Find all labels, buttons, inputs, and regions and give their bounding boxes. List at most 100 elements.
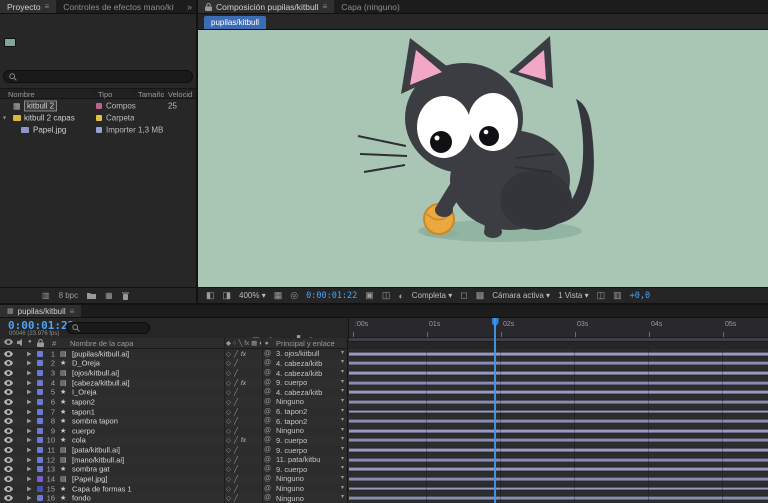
- layer-row[interactable]: ▶ 1 ▤ [pupilas/kitbull.ai] ◇╱fx @ 3. ojo…: [0, 349, 768, 359]
- expand-arrow-icon[interactable]: ▶: [27, 447, 32, 454]
- layer-duration-bar[interactable]: [349, 487, 768, 490]
- layer-row[interactable]: ▶ 4 ▤ [cabeza/kitbull.ai] ◇╱fx @ 9. cuer…: [0, 378, 768, 388]
- viewer-current-time[interactable]: 0:00:01:22: [306, 291, 357, 301]
- layer-name[interactable]: [cabeza/kitbull.ai]: [72, 378, 130, 387]
- layer-switches[interactable]: ◇╱: [226, 446, 262, 454]
- visibility-toggle[interactable]: [4, 476, 13, 482]
- interpret-footage-icon[interactable]: ▥: [42, 291, 50, 300]
- pickwhip-icon[interactable]: @: [264, 379, 271, 386]
- folder-twirl-icon[interactable]: ▾: [3, 115, 6, 122]
- layer-duration-bar[interactable]: [349, 449, 768, 452]
- expand-arrow-icon[interactable]: ▶: [27, 418, 32, 425]
- parent-dropdown[interactable]: 11. pata/kitbu▾: [276, 455, 344, 465]
- layer-label-color[interactable]: [37, 476, 43, 482]
- parent-dropdown[interactable]: 9. cuerpo▾: [276, 465, 344, 475]
- visibility-toggle[interactable]: [4, 437, 13, 443]
- layer-row[interactable]: ▶ 7 ★ tapon1 ◇╱ @ 6. tapon2▾: [0, 407, 768, 417]
- layer-label-color[interactable]: [37, 495, 43, 501]
- item-name[interactable]: Papel.jpg: [33, 126, 66, 135]
- visibility-toggle[interactable]: [4, 351, 13, 357]
- pickwhip-icon[interactable]: @: [264, 370, 271, 377]
- layer-label-color[interactable]: [37, 457, 43, 463]
- expand-arrow-icon[interactable]: ▶: [27, 408, 32, 415]
- layer-name[interactable]: D_Oreja: [72, 359, 100, 368]
- layer-switches[interactable]: ◇╱: [226, 456, 262, 464]
- expand-arrow-icon[interactable]: ▶: [27, 475, 32, 482]
- parent-dropdown[interactable]: Ninguno▾: [276, 426, 344, 436]
- expand-arrow-icon[interactable]: ▶: [27, 350, 32, 357]
- timeline-tab[interactable]: ▦ pupilas/kitbull ≡: [0, 305, 81, 317]
- parent-dropdown[interactable]: Ninguno▾: [276, 474, 344, 484]
- layer-name[interactable]: I_Oreja: [72, 388, 97, 397]
- layer-column-header[interactable]: ● # Nombre de la capa ◆ ○ ╲ fx ▦ ◐ ● Pri…: [0, 338, 348, 349]
- layer-row[interactable]: ▶ 13 ★ sombra gat ◇╱ @ 9. cuerpo▾: [0, 465, 768, 475]
- layer-name[interactable]: sombra gat: [72, 465, 110, 474]
- resolution-dropdown[interactable]: Completa ▾: [412, 291, 452, 300]
- layer-row[interactable]: ▶ 6 ★ tapon2 ◇╱ @ Ninguno▾: [0, 397, 768, 407]
- visibility-toggle[interactable]: [4, 486, 13, 492]
- pickwhip-icon[interactable]: @: [264, 408, 271, 415]
- layer-name[interactable]: sombra tapon: [72, 417, 118, 426]
- layer-name[interactable]: cuerpo: [72, 426, 95, 435]
- viewer-lock-icon[interactable]: [205, 3, 212, 11]
- visibility-toggle[interactable]: [4, 389, 13, 395]
- layer-name[interactable]: Capa de formas 1: [72, 484, 132, 493]
- expand-arrow-icon[interactable]: ▶: [27, 437, 32, 444]
- parent-dropdown[interactable]: 9. cuerpo▾: [276, 436, 344, 446]
- expand-arrow-icon[interactable]: ▶: [27, 495, 32, 502]
- layer-name[interactable]: [pupilas/kitbull.ai]: [72, 349, 129, 358]
- pickwhip-icon[interactable]: @: [264, 360, 271, 367]
- layer-duration-bar[interactable]: [349, 381, 768, 384]
- layer-duration-bar[interactable]: [349, 372, 768, 375]
- layer-switches[interactable]: ◇╱fx: [226, 350, 262, 358]
- layer-duration-bar[interactable]: [349, 439, 768, 442]
- expand-arrow-icon[interactable]: ▶: [27, 379, 32, 386]
- layer-name[interactable]: cola: [72, 436, 86, 445]
- pickwhip-icon[interactable]: @: [264, 495, 271, 502]
- label-color-chip[interactable]: [96, 115, 102, 121]
- layer-switches[interactable]: ◇╱: [226, 388, 262, 396]
- layer-name[interactable]: fondo: [72, 494, 91, 503]
- layer-label-color[interactable]: [37, 437, 43, 443]
- visibility-toggle[interactable]: [4, 380, 13, 386]
- layer-label-color[interactable]: [37, 447, 43, 453]
- magnification-dropdown[interactable]: 400% ▾: [239, 291, 266, 300]
- layer-switches[interactable]: ◇╱: [226, 417, 262, 425]
- panel-menu-icon[interactable]: ≡: [45, 2, 50, 11]
- show-snapshot-icon[interactable]: ◫: [382, 290, 391, 301]
- composition-canvas[interactable]: [198, 30, 768, 287]
- parent-dropdown[interactable]: Ninguno▾: [276, 484, 344, 494]
- visibility-toggle[interactable]: [4, 399, 13, 405]
- show-channel-icon[interactable]: ◐: [398, 291, 403, 301]
- tab-controles-de-efectos[interactable]: Controles de efectos mano/kitbull.ai: [56, 0, 174, 13]
- layer-row[interactable]: ▶ 12 ▤ [mano/kitbull.ai] ◇╱ @ 11. pata/k…: [0, 455, 768, 465]
- comp-navigator-tab[interactable]: pupilas/kitbull: [204, 16, 266, 29]
- layer-switches[interactable]: ◇╱: [226, 369, 262, 377]
- parent-dropdown[interactable]: Ninguno▾: [276, 493, 344, 503]
- pickwhip-icon[interactable]: @: [264, 437, 271, 444]
- panel-menu-icon[interactable]: ≡: [70, 307, 75, 316]
- new-folder-icon[interactable]: [87, 292, 96, 299]
- parent-dropdown[interactable]: 6. tapon2▾: [276, 416, 344, 426]
- pixel-aspect-icon[interactable]: ◫: [597, 290, 606, 301]
- tab-overflow-chevron[interactable]: »: [183, 0, 196, 13]
- project-bit-depth[interactable]: 8 bpc: [59, 291, 79, 300]
- layer-duration-bar[interactable]: [349, 458, 768, 461]
- grid-guides-icon[interactable]: ▦: [274, 290, 283, 301]
- layer-label-color[interactable]: [37, 409, 43, 415]
- pickwhip-icon[interactable]: @: [264, 398, 271, 405]
- pickwhip-icon[interactable]: @: [264, 456, 271, 463]
- layer-row[interactable]: ▶ 11 ▤ [pata/kitbull.ai] ◇╱ @ 9. cuerpo▾: [0, 445, 768, 455]
- project-item-row[interactable]: ▾ kitbull 2 capas Carpeta: [0, 112, 196, 124]
- layer-row[interactable]: ▶ 2 ★ D_Oreja ◇╱ @ 4. cabeza/kitb▾: [0, 359, 768, 369]
- layer-switches[interactable]: ◇╱: [226, 494, 262, 502]
- layer-duration-bar[interactable]: [349, 352, 768, 355]
- time-ruler[interactable]: :00s01s02s03s04s05s: [348, 318, 768, 338]
- expand-arrow-icon[interactable]: ▶: [27, 389, 32, 396]
- view-layout-dropdown[interactable]: 1 Vista ▾: [558, 291, 589, 300]
- expand-arrow-icon[interactable]: ▶: [27, 466, 32, 473]
- layer-switches[interactable]: ◇╱: [226, 475, 262, 483]
- layer-row[interactable]: ▶ 14 ▤ [Papel.jpg] ◇╱ @ Ninguno▾: [0, 474, 768, 484]
- panel-menu-icon[interactable]: ≡: [323, 2, 328, 11]
- layer-row[interactable]: ▶ 10 ★ cola ◇╱fx @ 9. cuerpo▾: [0, 436, 768, 446]
